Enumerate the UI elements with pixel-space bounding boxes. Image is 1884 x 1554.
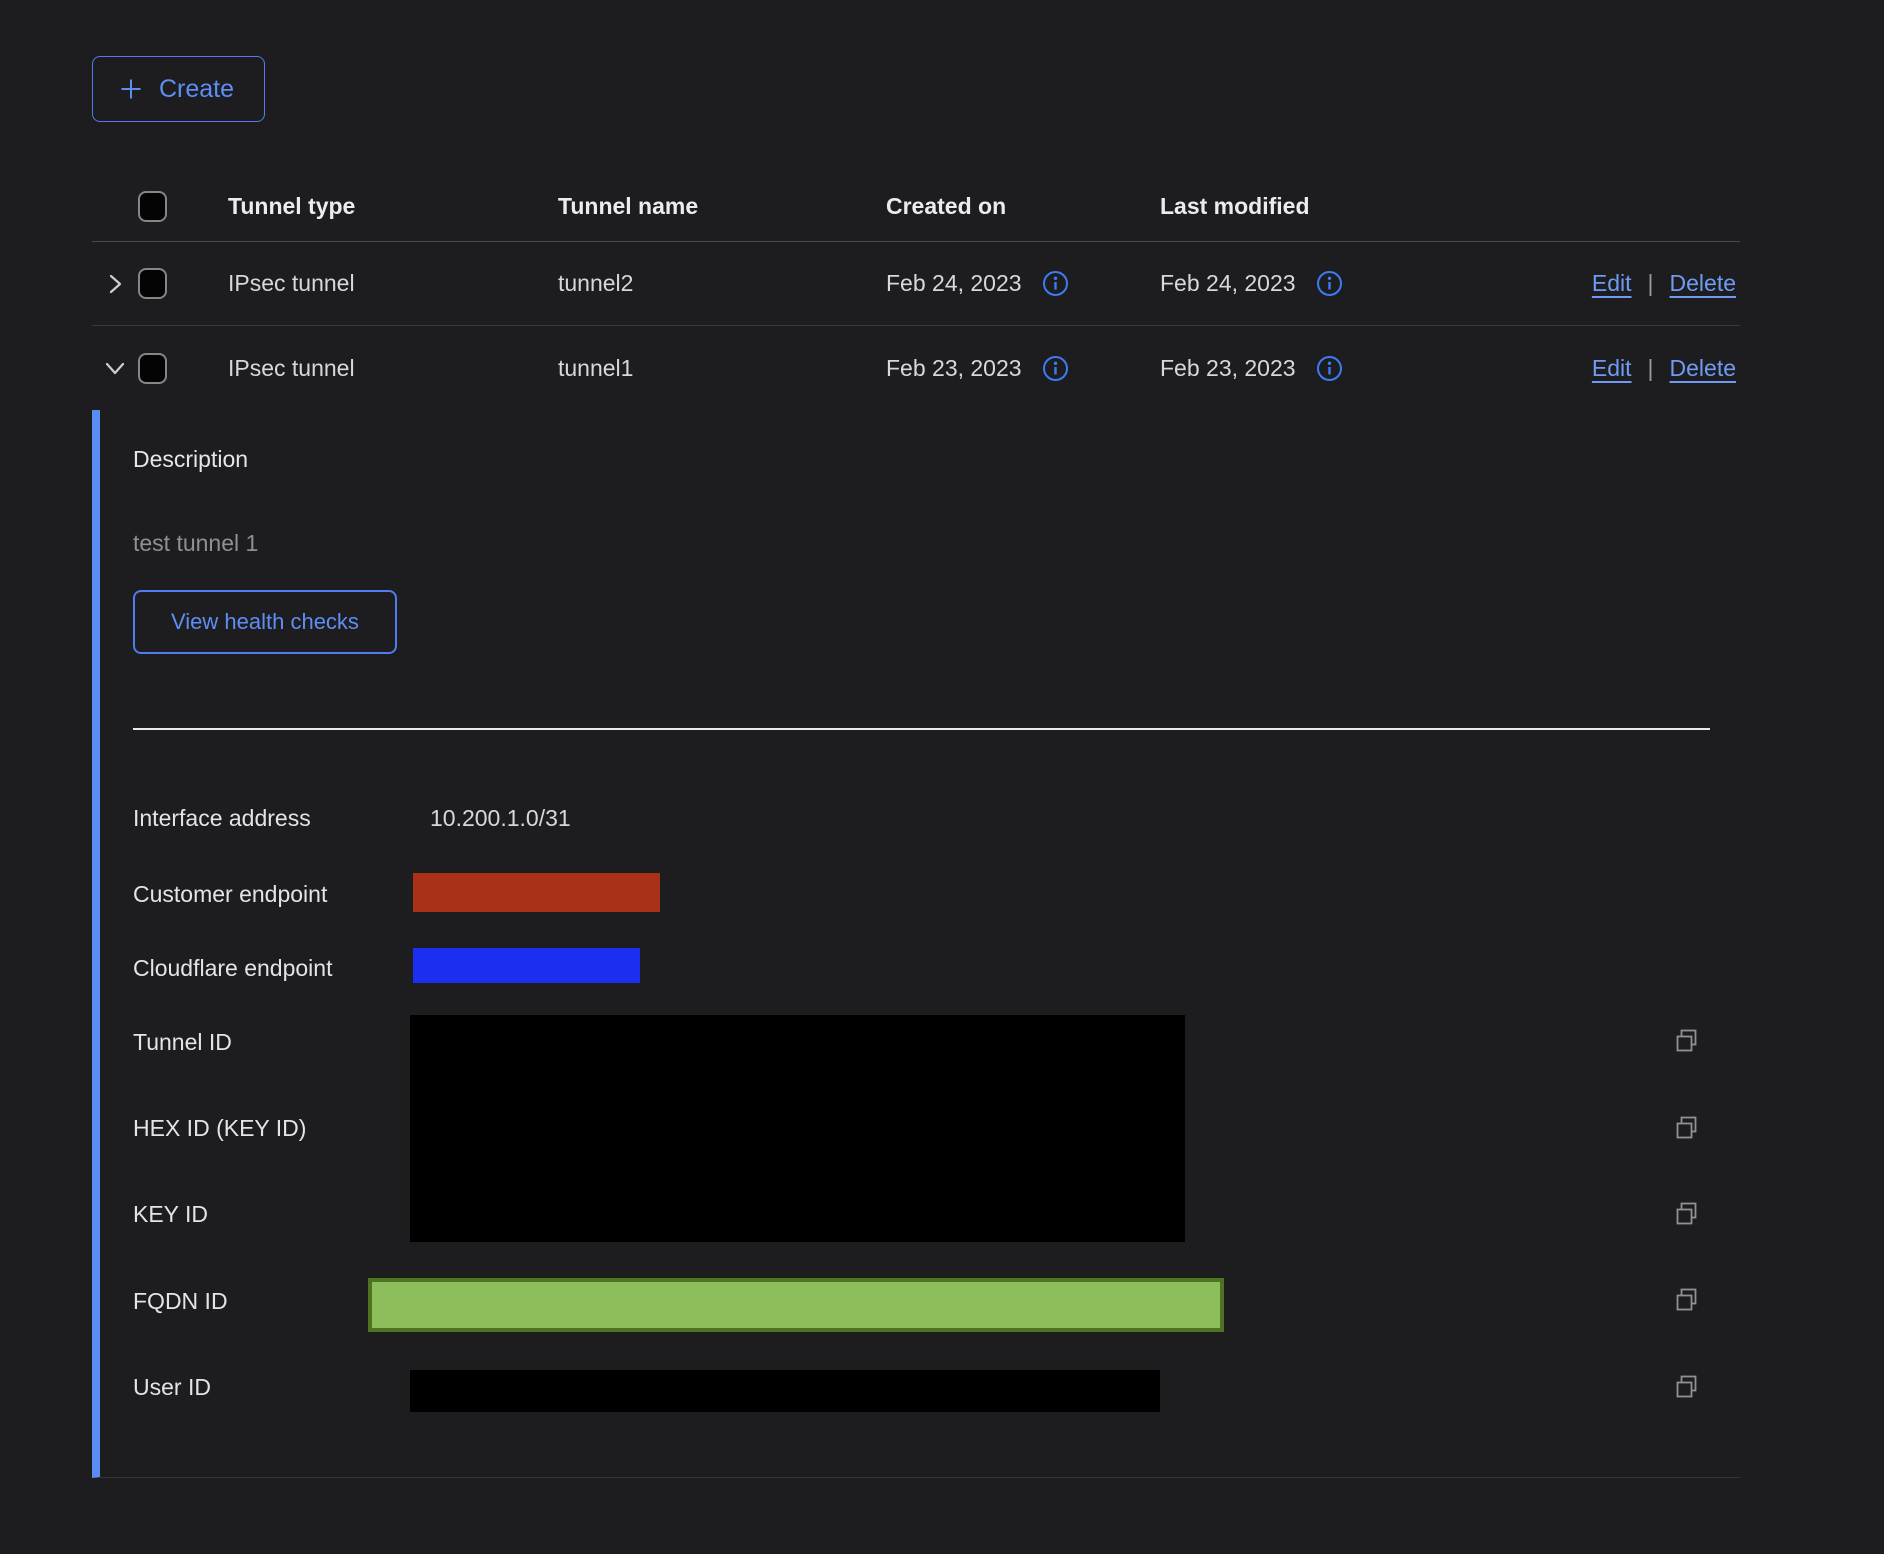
delete-link[interactable]: Delete (1670, 270, 1736, 297)
action-separator: | (1648, 355, 1654, 382)
tunnel-type-cell: IPsec tunnel (228, 270, 558, 297)
plus-icon (117, 75, 145, 103)
created-on-cell: Feb 23, 2023 (886, 355, 1022, 382)
user-id-redacted-value (410, 1370, 1160, 1412)
chevron-right-icon (101, 270, 129, 298)
row-checkbox[interactable] (138, 353, 167, 384)
table-row: IPsec tunnel tunnel2 Feb 24, 2023 Feb 24… (92, 242, 1740, 326)
created-on-cell: Feb 24, 2023 (886, 270, 1022, 297)
tunnel-id-label: Tunnel ID (133, 1027, 232, 1057)
key-id-label: KEY ID (133, 1199, 208, 1229)
copy-fqdn-id-button[interactable] (1672, 1285, 1702, 1315)
tunnels-page: Create Tunnel type Tunnel name Created o… (0, 0, 1884, 1554)
last-modified-cell: Feb 24, 2023 (1160, 270, 1296, 297)
interface-address-label: Interface address (133, 803, 311, 833)
hex-id-label: HEX ID (KEY ID) (133, 1113, 306, 1143)
action-separator: | (1648, 270, 1654, 297)
row-checkbox[interactable] (138, 268, 167, 299)
info-icon[interactable] (1042, 355, 1069, 382)
expand-row-button[interactable] (100, 269, 130, 299)
interface-address-value: 10.200.1.0/31 (430, 803, 571, 833)
customer-endpoint-label: Customer endpoint (133, 879, 327, 909)
chevron-down-icon (101, 354, 129, 382)
customer-endpoint-redacted-value (413, 873, 660, 912)
tunnel-details-panel: Description test tunnel 1 View health ch… (92, 410, 1740, 1478)
description-label: Description (133, 446, 248, 473)
edit-link[interactable]: Edit (1592, 355, 1632, 382)
column-header-tunnel-name: Tunnel name (558, 193, 886, 220)
column-header-created-on: Created on (886, 193, 1160, 220)
copy-icon (1672, 1285, 1702, 1315)
copy-icon (1672, 1372, 1702, 1402)
column-header-last-modified: Last modified (1160, 193, 1525, 220)
fqdn-id-label: FQDN ID (133, 1286, 228, 1316)
create-button-label: Create (159, 75, 234, 104)
fqdn-id-redacted-value (368, 1278, 1224, 1332)
delete-link[interactable]: Delete (1670, 355, 1736, 382)
info-icon[interactable] (1042, 270, 1069, 297)
tunnel-name-cell: tunnel1 (558, 355, 886, 382)
description-value: test tunnel 1 (133, 530, 258, 557)
info-icon[interactable] (1316, 355, 1343, 382)
info-icon[interactable] (1316, 270, 1343, 297)
ids-redacted-value (410, 1015, 1185, 1242)
cloudflare-endpoint-redacted-value (413, 948, 640, 983)
last-modified-cell: Feb 23, 2023 (1160, 355, 1296, 382)
tunnel-name-cell: tunnel2 (558, 270, 886, 297)
copy-icon (1672, 1113, 1702, 1143)
table-row: IPsec tunnel tunnel1 Feb 23, 2023 Feb 23… (92, 326, 1740, 410)
user-id-label: User ID (133, 1372, 211, 1402)
view-health-checks-button[interactable]: View health checks (133, 590, 397, 654)
select-all-checkbox[interactable] (138, 191, 167, 222)
create-button[interactable]: Create (92, 56, 265, 122)
copy-tunnel-id-button[interactable] (1672, 1026, 1702, 1056)
collapse-row-button[interactable] (100, 353, 130, 383)
copy-key-id-button[interactable] (1672, 1199, 1702, 1229)
tunnels-table: Tunnel type Tunnel name Created on Last … (92, 172, 1740, 410)
copy-icon (1672, 1026, 1702, 1056)
copy-user-id-button[interactable] (1672, 1372, 1702, 1402)
column-header-tunnel-type: Tunnel type (228, 193, 558, 220)
tunnel-type-cell: IPsec tunnel (228, 355, 558, 382)
table-header-row: Tunnel type Tunnel name Created on Last … (92, 172, 1740, 242)
copy-hex-id-button[interactable] (1672, 1113, 1702, 1143)
copy-icon (1672, 1199, 1702, 1229)
edit-link[interactable]: Edit (1592, 270, 1632, 297)
section-divider (133, 728, 1710, 730)
cloudflare-endpoint-label: Cloudflare endpoint (133, 953, 332, 983)
